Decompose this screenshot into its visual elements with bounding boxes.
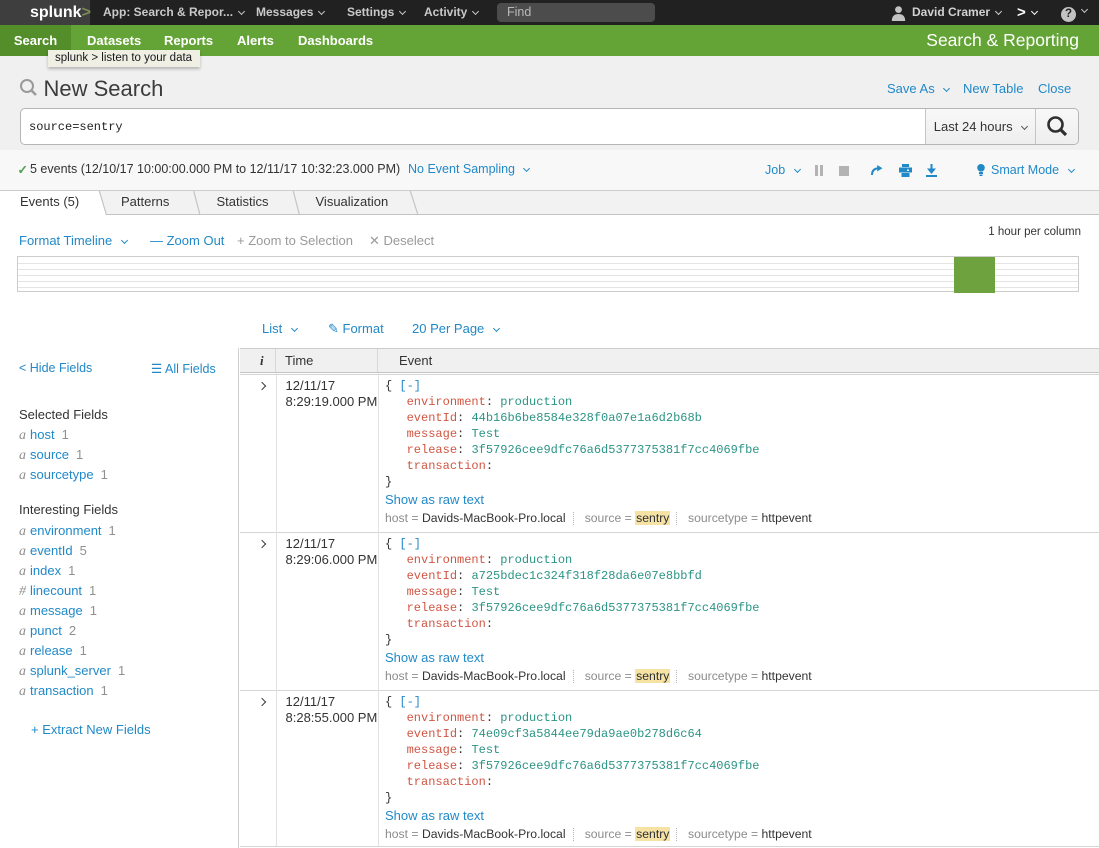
svg-text:Visualization: Visualization: [316, 194, 389, 209]
svg-text:Patterns: Patterns: [121, 194, 170, 209]
svg-text:Events (5): Events (5): [20, 194, 79, 209]
svg-text:Statistics: Statistics: [217, 194, 270, 209]
